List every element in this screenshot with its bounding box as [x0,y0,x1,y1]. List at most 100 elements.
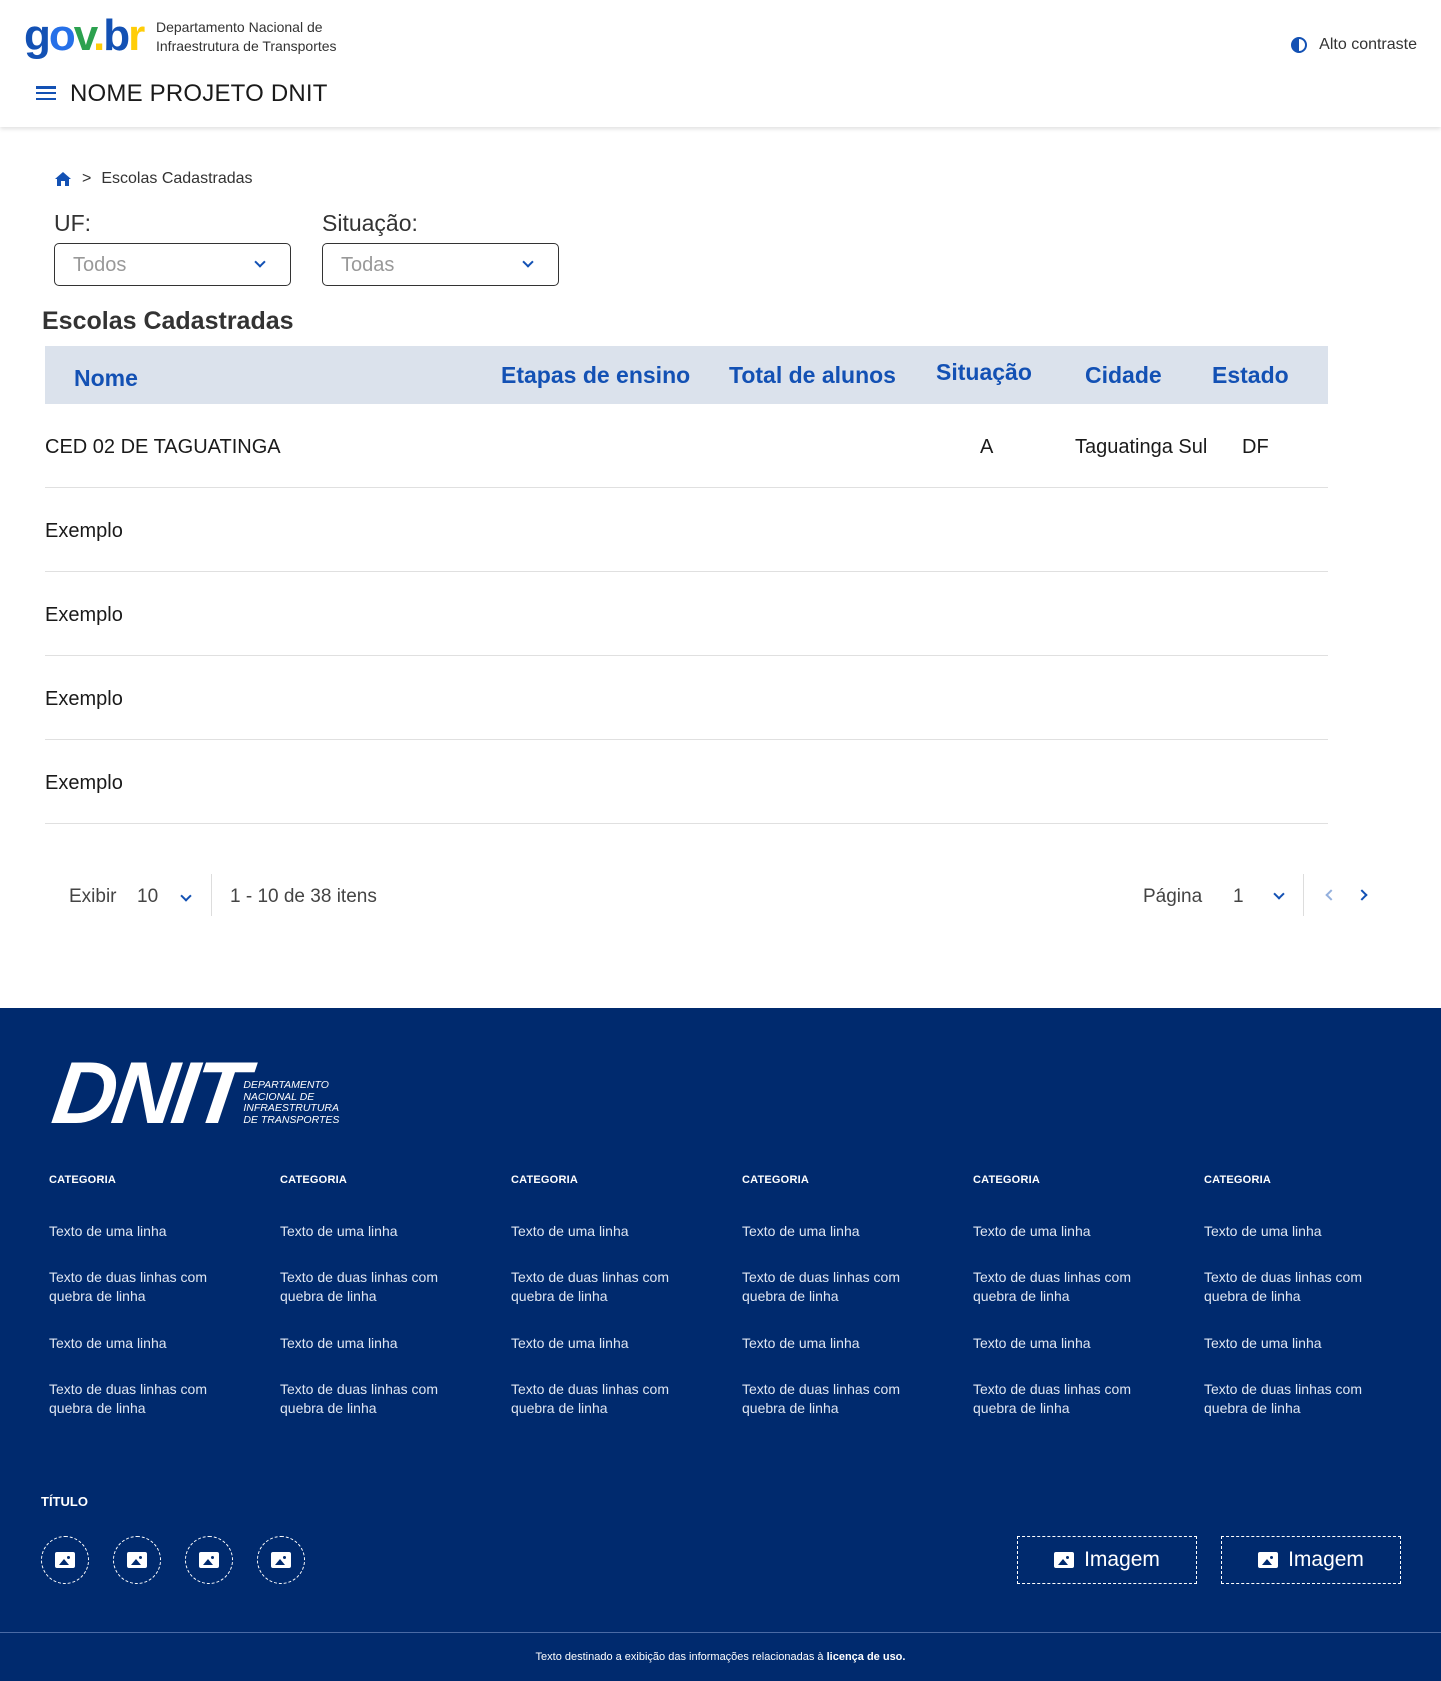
image-icon [271,1552,291,1568]
column-header-estado[interactable]: Estado [1212,362,1289,389]
footer-link[interactable]: Texto de duas linhas com quebra de linha [973,1380,1173,1418]
page-select-value: 1 [1233,886,1244,907]
footer-link[interactable]: Texto de uma linha [49,1222,167,1241]
cell-nome: Exemplo [45,520,123,542]
footer-link[interactable]: Texto de uma linha [280,1334,398,1353]
contrast-label: Alto contraste [1319,36,1417,53]
footer-link[interactable]: Texto de duas linhas com quebra de linha [742,1268,942,1306]
table-header: Nome Etapas de ensino Total de alunos Si… [45,346,1328,404]
page-size-value: 10 [137,886,159,907]
cell-situacao: A [980,436,994,458]
image-icon [1258,1552,1279,1568]
footer-link[interactable]: Texto de uma linha [280,1222,398,1241]
table-row[interactable]: Exemplo [45,488,1328,572]
footer-link[interactable]: Texto de duas linhas com quebra de linha [280,1380,480,1418]
footer-link[interactable]: Texto de duas linhas com quebra de linha [49,1268,249,1306]
page-size-select[interactable]: 10 [130,876,200,918]
footer-link[interactable]: Texto de uma linha [49,1334,167,1353]
column-header-situacao[interactable]: Situação [936,359,1032,386]
project-name: NOME PROJETO DNIT [70,80,328,107]
table-row[interactable]: CED 02 DE TAGUATINGA A Taguatinga Sul DF [45,404,1328,488]
dnit-logo-text: DNIT [47,1043,251,1142]
chevron-left-icon[interactable] [1325,889,1337,901]
dnit-logo[interactable]: DNIT DEPARTAMENTO NACIONAL DE INFRAESTRU… [47,1043,340,1142]
column-header-nome[interactable]: Nome [74,365,138,392]
footer-category: CATEGORIA [49,1174,116,1186]
chevron-right-icon[interactable] [1356,889,1368,901]
footer-link[interactable]: Texto de uma linha [973,1222,1091,1241]
items-range: 1 - 10 de 38 itens [230,886,377,907]
footer-link[interactable]: Texto de duas linhas com quebra de linha [511,1268,711,1306]
breadcrumb-separator: > [82,170,92,187]
footer-link[interactable]: Texto de uma linha [973,1334,1091,1353]
social-title: TÍTULO [41,1494,88,1509]
footer-link[interactable]: Texto de uma linha [511,1222,629,1241]
footer-image-placeholder[interactable]: Imagem [1017,1536,1197,1584]
column-header-cidade[interactable]: Cidade [1085,362,1162,389]
footer-link[interactable]: Texto de duas linhas com quebra de linha [1204,1380,1404,1418]
image-icon [55,1552,75,1568]
table-row[interactable]: Exemplo [45,572,1328,656]
footer-link[interactable]: Texto de duas linhas com quebra de linha [49,1380,249,1418]
cell-cidade: Taguatinga Sul [1075,436,1208,458]
image-icon [127,1552,147,1568]
menu-icon[interactable] [36,86,56,100]
high-contrast-toggle[interactable]: Alto contraste [1291,36,1417,54]
footer-link[interactable]: Texto de duas linhas com quebra de linha [973,1268,1173,1306]
social-image-button[interactable] [257,1536,305,1584]
footer-link[interactable]: Texto de uma linha [511,1334,629,1353]
cell-nome: CED 02 DE TAGUATINGA [45,436,281,458]
uf-select-value: Todos [73,254,127,276]
cell-nome: Exemplo [45,688,123,710]
footer-link[interactable]: Texto de duas linhas com quebra de linha [742,1380,942,1418]
footer-category: CATEGORIA [973,1174,1040,1186]
license-link[interactable]: licença de uso. [827,1651,906,1663]
column-header-total-alunos[interactable]: Total de alunos [729,362,896,389]
image-icon [199,1552,219,1568]
chevron-down-icon [1273,888,1285,900]
page-select[interactable]: 1 [1225,876,1293,918]
footer-column: CATEGORIA Texto de uma linha Texto de du… [280,1174,480,1416]
license-text: Texto destinado a exibição das informaçõ… [535,1651,827,1663]
situacao-label: Situação: [322,210,418,236]
pagination-divider [1303,874,1304,916]
footer-category: CATEGORIA [280,1174,347,1186]
social-image-button[interactable] [113,1536,161,1584]
image-icon [1054,1552,1075,1568]
table-row[interactable]: Exemplo [45,656,1328,740]
footer-link[interactable]: Texto de duas linhas com quebra de linha [1204,1268,1404,1306]
image-label: Imagem [1084,1548,1160,1571]
footer-column: CATEGORIA Texto de uma linha Texto de du… [1204,1174,1404,1416]
table-row[interactable]: Exemplo [45,740,1328,824]
chevron-down-icon [254,256,266,268]
header: gov.br Departamento Nacional de Infraest… [0,0,1441,127]
govbr-logo[interactable]: gov.br [24,10,145,62]
uf-select[interactable]: Todos [54,243,291,286]
footer-link[interactable]: Texto de uma linha [1204,1222,1322,1241]
cell-estado: DF [1242,436,1269,458]
footer-link[interactable]: Texto de duas linhas com quebra de linha [511,1380,711,1418]
social-image-button[interactable] [185,1536,233,1584]
chevron-down-icon [522,256,534,268]
footer-column: CATEGORIA Texto de uma linha Texto de du… [742,1174,942,1416]
home-icon[interactable] [54,171,72,187]
page-label: Página [1143,886,1203,907]
social-image-button[interactable] [41,1536,89,1584]
dnit-logo-subtitle: DEPARTAMENTO NACIONAL DE INFRAESTRUTURA … [243,1079,340,1126]
footer-category: CATEGORIA [1204,1174,1271,1186]
breadcrumb: > Escolas Cadastradas [54,170,253,188]
footer-column: CATEGORIA Texto de uma linha Texto de du… [511,1174,711,1416]
footer: DNIT DEPARTAMENTO NACIONAL DE INFRAESTRU… [0,1008,1441,1632]
footer-image-placeholder[interactable]: Imagem [1221,1536,1401,1584]
section-title: Escolas Cadastradas [42,307,294,335]
footer-category: CATEGORIA [742,1174,809,1186]
situacao-select-value: Todas [341,254,395,276]
footer-link[interactable]: Texto de duas linhas com quebra de linha [280,1268,480,1306]
footer-link[interactable]: Texto de uma linha [742,1222,860,1241]
contrast-icon [1291,37,1308,53]
situacao-select[interactable]: Todas [322,243,559,286]
footer-link[interactable]: Texto de uma linha [742,1334,860,1353]
footer-link[interactable]: Texto de uma linha [1204,1334,1322,1353]
column-header-etapas[interactable]: Etapas de ensino [501,362,690,389]
footer-column: CATEGORIA Texto de uma linha Texto de du… [973,1174,1173,1416]
